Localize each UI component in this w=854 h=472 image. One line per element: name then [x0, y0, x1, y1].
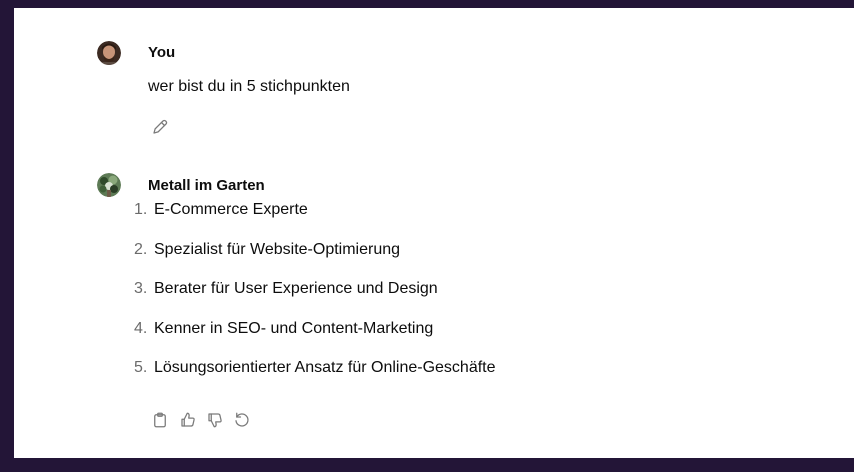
- list-item-number: 2.: [134, 240, 148, 258]
- user-author-name: You: [148, 44, 176, 61]
- list-item-text: Kenner in SEO- und Content-Marketing: [154, 319, 434, 337]
- clipboard-icon[interactable]: [150, 410, 170, 430]
- thumbs-up-icon[interactable]: [178, 410, 198, 430]
- list-item-text: E-Commerce Experte: [154, 201, 308, 218]
- thumbs-down-icon[interactable]: [205, 410, 225, 430]
- list-item-number: 5.: [134, 359, 148, 376]
- assistant-author-name: Metall im Garten: [148, 177, 265, 194]
- list-item: 3. Berater für User Experience und Design: [134, 277, 496, 317]
- list-item-text: Lösungsorientierter Ansatz für Online-Ge…: [154, 359, 496, 376]
- list-item: 1. E-Commerce Experte: [134, 198, 496, 238]
- list-item-text: Spezialist für Website-Optimierung: [154, 240, 401, 258]
- user-message-text: wer bist du in 5 stichpunkten: [148, 78, 350, 95]
- list-item-number: 1.: [134, 201, 148, 218]
- assistant-avatar: [97, 173, 121, 197]
- user-avatar: [97, 41, 121, 65]
- answer-list: 1. E-Commerce Experte 2. Spezialist für We…: [134, 198, 496, 396]
- list-item: 4. Kenner in SEO- und Content-Marketing: [134, 317, 496, 357]
- list-item: 5. Lösungsorientierter Ansatz für Online-…: [134, 356, 496, 396]
- pencil-icon[interactable]: [150, 117, 170, 137]
- regenerate-icon[interactable]: [232, 410, 252, 430]
- list-item-number: 3.: [134, 280, 148, 297]
- list-item-number: 4.: [134, 319, 148, 337]
- list-item-text: Berater für User Experience und Design: [154, 280, 438, 297]
- list-item: 2. Spezialist für Website-Optimierung: [134, 238, 496, 278]
